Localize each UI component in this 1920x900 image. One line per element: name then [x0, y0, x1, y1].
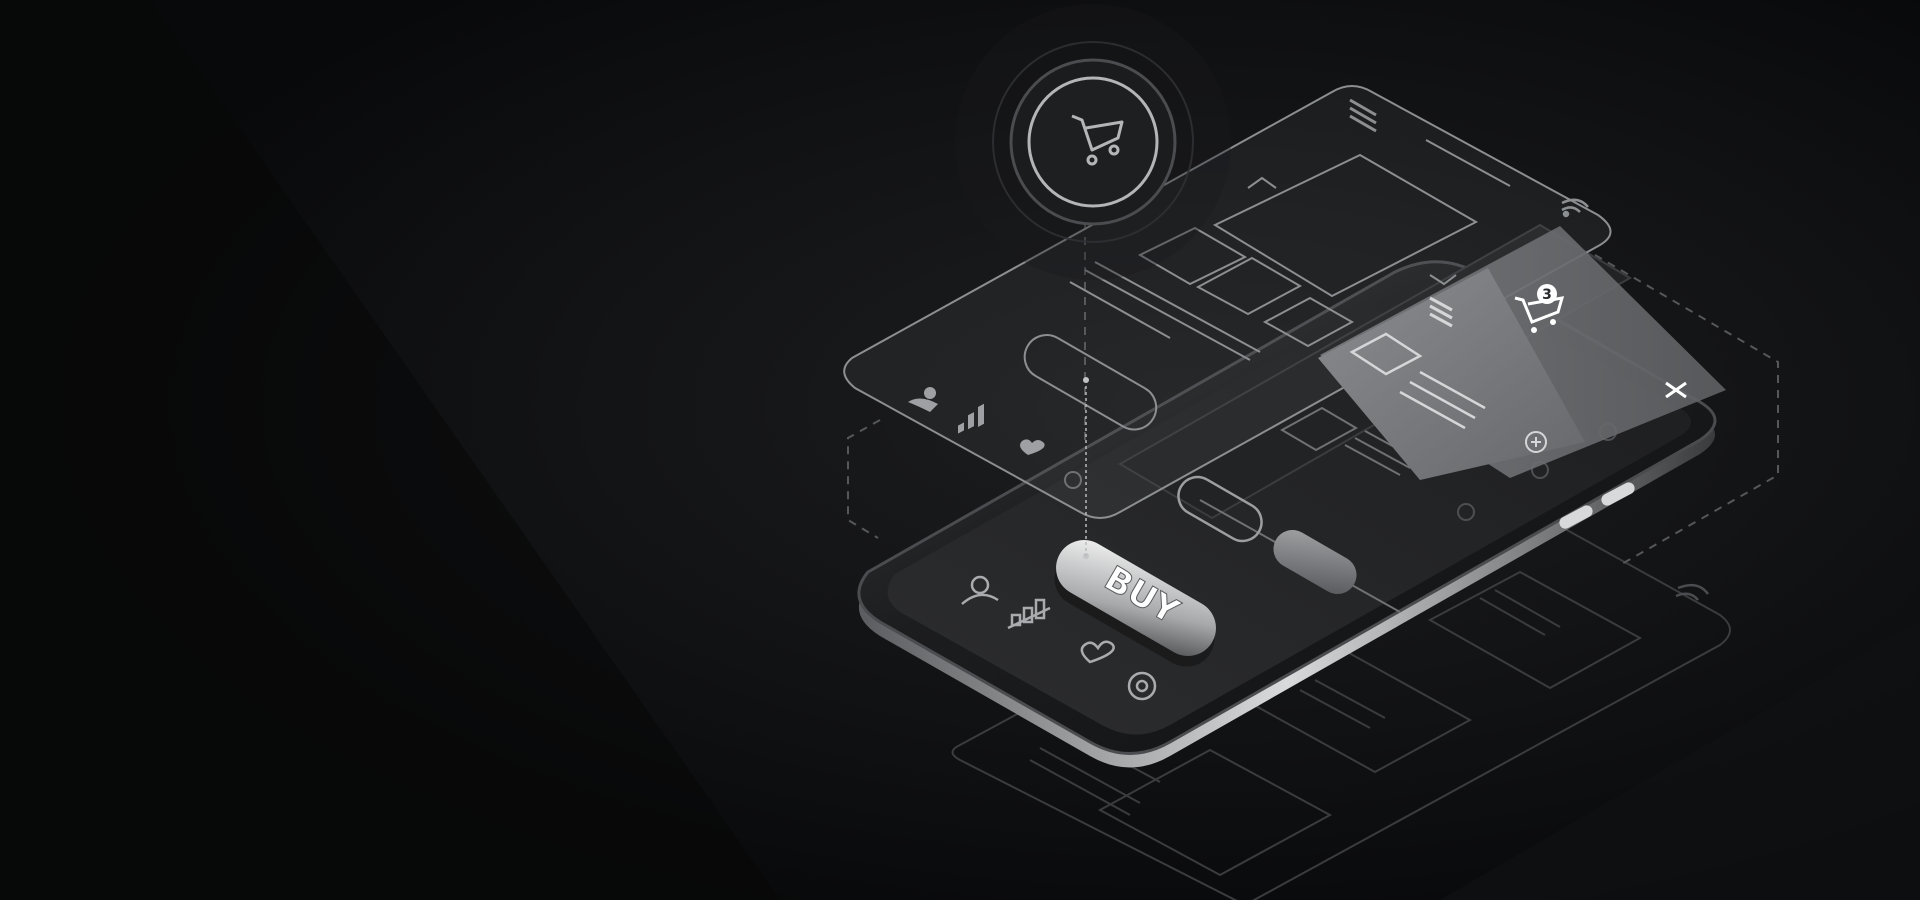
- cart-circle-badge: [955, 4, 1231, 280]
- cart-count-badge: 3: [1542, 287, 1552, 303]
- isometric-phone-illustration: BUY 3: [0, 0, 1920, 900]
